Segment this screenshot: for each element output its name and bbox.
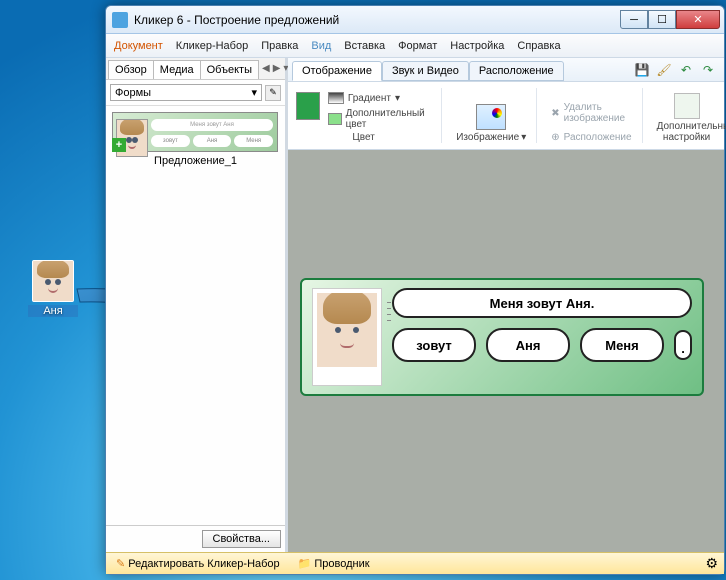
gear-icon[interactable]: ⚙ [705, 555, 718, 572]
menu-help[interactable]: Справка [517, 40, 560, 52]
nav-next-icon[interactable]: ▶ [273, 63, 281, 74]
statusbar: ✎ Редактировать Кликер-Набор 📁 Проводник… [106, 552, 724, 574]
tab-objects[interactable]: Объекты [200, 60, 259, 79]
word-chip[interactable]: Меня [580, 328, 664, 362]
gradient-label: Градиент [348, 93, 391, 104]
ribbon-tab-display[interactable]: Отображение [292, 61, 382, 81]
delete-image-icon: ✖ [551, 108, 559, 119]
image-icon[interactable] [476, 104, 506, 130]
thumb-chip: Меня [234, 135, 273, 147]
paint-icon[interactable]: 🖌 [656, 62, 672, 78]
thumb-chip: зовут [151, 135, 190, 147]
placement-button[interactable]: ⊕ Расположение [551, 132, 631, 143]
placement-icon: ⊕ [551, 132, 559, 143]
left-pane: Обзор Медиа Объекты ◀ ▶ ▾ Формы ▾ ✎ [106, 58, 288, 552]
right-pane: Отображение Звук и Видео Расположение 💾 … [288, 58, 724, 552]
app-window: Кликер 6 - Построение предложений ─ ☐ ✕ … [105, 5, 725, 575]
menubar: Документ Кликер-Набор Правка Вид Вставка… [106, 34, 724, 58]
placement-label: Расположение [564, 132, 632, 143]
add-color-swatch-icon [328, 113, 342, 125]
window-title: Кликер 6 - Построение предложений [134, 13, 620, 27]
forms-dropdown-label: Формы [115, 87, 151, 99]
thumb-sentence: Меня зовут Аня [151, 119, 273, 131]
desktop-icon-label: Аня [28, 305, 78, 317]
ribbon-group-color: Градиент ▾ Дополнительный цвет Цвет [296, 88, 442, 143]
tab-media[interactable]: Медиа [153, 60, 201, 79]
thumbnails-area: Меня зовут Аня зовут Аня Меня + Предложе… [106, 106, 285, 525]
menu-settings[interactable]: Настройка [450, 40, 504, 52]
sentence-bubble[interactable]: Меня зовут Аня. [392, 288, 692, 318]
thumb-chip: Аня [193, 135, 232, 147]
menu-format[interactable]: Формат [398, 40, 437, 52]
forms-dropdown[interactable]: Формы ▾ [110, 84, 262, 101]
ribbon-tab-placement[interactable]: Расположение [469, 61, 564, 81]
gradient-swatch-icon [328, 92, 344, 104]
nav-prev-icon[interactable]: ◀ [262, 63, 270, 74]
desktop-icon-thumb [32, 260, 74, 302]
gradient-option[interactable]: Градиент ▾ [328, 92, 431, 104]
card-face [317, 293, 377, 367]
minimize-button[interactable]: ─ [620, 10, 648, 29]
extra-settings-label: Дополнительные настройки [657, 121, 717, 143]
ribbon: Градиент ▾ Дополнительный цвет Цвет [288, 82, 724, 150]
add-slide-icon[interactable]: + [112, 138, 126, 152]
chevron-down-icon: ▾ [251, 86, 257, 99]
redo-icon[interactable]: ↷ [700, 62, 716, 78]
additional-color-option[interactable]: Дополнительный цвет [328, 108, 431, 130]
menu-document[interactable]: Документ [114, 40, 163, 52]
image-group-label: Изображение [456, 132, 519, 143]
app-icon [112, 12, 128, 28]
slide-thumbnail[interactable]: Меня зовут Аня зовут Аня Меня + [112, 112, 278, 152]
undo-icon[interactable]: ↶ [678, 62, 694, 78]
delete-image-label: Удалить изображение [564, 102, 632, 124]
color-group-label: Цвет [352, 132, 374, 143]
status-edit-label: Редактировать Кликер-Набор [128, 558, 279, 570]
status-explorer[interactable]: 📁 Проводник [294, 557, 374, 570]
ribbon-group-image-ops: ✖ Удалить изображение ⊕ Расположение [551, 88, 642, 143]
folder-icon: 📁 [298, 557, 312, 570]
card-photo[interactable] [312, 288, 382, 386]
ribbon-tab-sound-video[interactable]: Звук и Видео [382, 61, 469, 81]
left-tabstrip: Обзор Медиа Объекты ◀ ▶ ▾ [106, 58, 285, 80]
maximize-button[interactable]: ☐ [648, 10, 676, 29]
ribbon-group-extra: Дополнительные настройки [657, 88, 717, 143]
chevron-down-icon[interactable]: ▾ [521, 132, 526, 143]
pane-resizer[interactable] [386, 66, 392, 532]
sentence-card[interactable]: Меня зовут Аня. зовут Аня Меня . [300, 278, 704, 396]
menu-edit[interactable]: Правка [261, 40, 298, 52]
delete-image-button[interactable]: ✖ Удалить изображение [551, 102, 631, 124]
color-swatch[interactable] [296, 92, 320, 120]
close-button[interactable]: ✕ [676, 10, 720, 29]
properties-button[interactable]: Свойства... [202, 530, 281, 548]
extra-settings-icon[interactable] [674, 93, 700, 119]
save-icon[interactable]: 💾 [634, 62, 650, 78]
titlebar[interactable]: Кликер 6 - Построение предложений ─ ☐ ✕ [106, 6, 724, 34]
canvas[interactable]: Меня зовут Аня. зовут Аня Меня . [288, 150, 724, 552]
status-edit-mode[interactable]: ✎ Редактировать Кликер-Набор [112, 557, 284, 570]
ribbon-group-image: Изображение ▾ [456, 88, 537, 143]
menu-view[interactable]: Вид [311, 40, 331, 52]
word-chip[interactable]: зовут [392, 328, 476, 362]
tab-overview[interactable]: Обзор [108, 60, 154, 79]
menu-clicker-set[interactable]: Кликер-Набор [176, 40, 248, 52]
word-chip[interactable]: Аня [486, 328, 570, 362]
chevron-down-icon: ▾ [395, 93, 400, 104]
menu-insert[interactable]: Вставка [344, 40, 385, 52]
pencil-icon: ✎ [116, 557, 125, 570]
period-chip[interactable]: . [674, 330, 692, 360]
status-explorer-label: Проводник [314, 558, 369, 570]
desktop-icon-anya[interactable]: Аня [28, 260, 78, 317]
forms-properties-icon[interactable]: ✎ [265, 85, 281, 101]
